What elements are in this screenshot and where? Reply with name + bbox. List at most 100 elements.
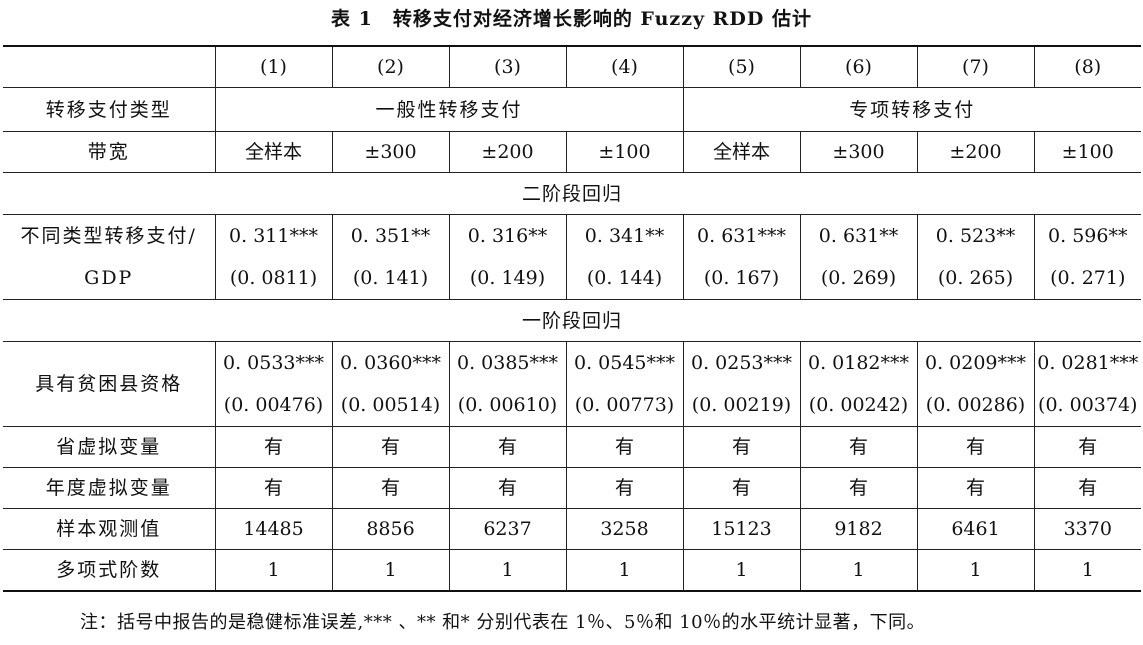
control-cell: 有 [1033,467,1141,509]
estimate-cell: 0. 316** (0. 149) [448,214,567,300]
coefficient: 0. 341** [584,225,665,247]
polynomial-cell: 1 [331,549,450,592]
coefficient: 0. 596** [1048,225,1128,247]
coefficient: 0. 631** [818,225,899,247]
estimate-cell: 0. 0360*** (0. 00514) [331,341,450,427]
bandwidth-cell: ±100 [1033,131,1141,173]
control-cell: 有 [214,426,333,468]
row-label: 带宽 [3,131,216,173]
observations-cell: 14485 [214,508,333,550]
bandwidth-cell: ±100 [565,131,684,173]
bandwidth-cell: ±200 [916,131,1035,173]
row-label-line: GDP [84,267,134,289]
column-header: (6) [799,45,918,88]
coefficient: 0. 631*** [697,225,786,247]
standard-error: (0. 00476) [223,394,324,416]
results-table: (1) (2) (3) (4) (5) (6) (7) (8) 转移支付类型 一… [3,45,1141,592]
coefficient: 0. 0533*** [222,352,325,374]
observations-row: 样本观测值 14485 8856 6237 3258 15123 9182 64… [3,508,1141,550]
stage1-row: 具有贫困县资格 0. 0533*** (0. 00476) 0. 0360*** (… [3,341,1141,427]
standard-error: (0. 144) [586,267,663,289]
control-cell: 有 [214,467,333,509]
estimate-cell: 0. 0253*** (0. 00219) [682,341,801,427]
observations-cell: 6237 [448,508,567,550]
bandwidth-cell: ±200 [448,131,567,173]
transfer-type-row: 转移支付类型 一般性转移支付 专项转移支付 [3,87,1141,132]
standard-error: (0. 00286) [925,394,1026,416]
control-cell: 有 [448,426,567,468]
column-header: (8) [1033,45,1141,88]
coefficient: 0. 0281*** [1037,352,1139,374]
observations-cell: 3258 [565,508,684,550]
control-cell: 有 [1033,426,1141,468]
estimate-cell: 0. 341** (0. 144) [565,214,684,300]
row-label: 具有贫困县资格 [3,341,216,427]
standard-error: (0. 00219) [691,394,792,416]
coefficient: 0. 0545*** [573,352,676,374]
standard-error: (0. 00374) [1038,394,1138,416]
standard-error: (0. 00514) [340,394,441,416]
bandwidth-cell: ±300 [799,131,918,173]
polynomial-cell: 1 [448,549,567,592]
table-title: 表 1 转移支付对经济增长影响的 Fuzzy RDD 估计 [330,8,812,30]
group-header-special: 专项转移支付 [682,87,1141,132]
estimate-cell: 0. 631** (0. 269) [799,214,918,300]
control-cell: 有 [916,467,1035,509]
coefficient: 0. 0360*** [339,352,442,374]
province-dummy-row: 省虚拟变量 有 有 有 有 有 有 有 有 [3,426,1141,468]
stage2-section-row: 二阶段回归 [3,172,1141,215]
row-label: 多项式阶数 [3,549,216,592]
coefficient: 0. 0385*** [456,352,559,374]
estimate-cell: 0. 631*** (0. 167) [682,214,801,300]
group-header-general: 一般性转移支付 [214,87,684,132]
stage2-row: 不同类型转移支付/ GDP 0. 311*** (0. 0811) 0. 351*… [3,214,1141,300]
polynomial-cell: 1 [565,549,684,592]
section-heading: 二阶段回归 [3,172,1141,215]
coefficient: 0. 0209*** [924,352,1027,374]
observations-cell: 6461 [916,508,1035,550]
coefficient: 0. 0253*** [690,352,793,374]
standard-error: (0. 00610) [457,394,558,416]
control-cell: 有 [916,426,1035,468]
column-header: (7) [916,45,1035,88]
coefficient: 0. 523** [935,225,1016,247]
bandwidth-cell: ±300 [331,131,450,173]
observations-cell: 15123 [682,508,801,550]
control-cell: 有 [448,467,567,509]
estimate-cell: 0. 351** (0. 141) [331,214,450,300]
estimate-cell: 0. 0281*** (0. 00374) [1033,341,1141,427]
bandwidth-cell: 全样本 [682,131,801,173]
column-header: (4) [565,45,684,88]
estimate-cell: 0. 0545*** (0. 00773) [565,341,684,427]
stage1-section-row: 一阶段回归 [3,299,1141,342]
estimate-cell: 0. 311*** (0. 0811) [214,214,333,300]
section-heading: 一阶段回归 [3,299,1141,342]
control-cell: 有 [565,467,684,509]
column-header: (3) [448,45,567,88]
coefficient: 0. 316** [467,225,548,247]
standard-error: (0. 0811) [229,267,318,289]
standard-error: (0. 269) [820,267,897,289]
row-label: 样本观测值 [3,508,216,550]
row-label: 省虚拟变量 [3,426,216,468]
control-cell: 有 [331,467,450,509]
row-label: 转移支付类型 [3,87,216,132]
control-cell: 有 [799,467,918,509]
standard-error: (0. 167) [703,267,780,289]
control-cell: 有 [799,426,918,468]
polynomial-cell: 1 [214,549,333,592]
column-header: (1) [214,45,333,88]
observations-cell: 3370 [1033,508,1141,550]
estimate-cell: 0. 0533*** (0. 00476) [214,341,333,427]
coefficient: 0. 0182*** [807,352,910,374]
standard-error: (0. 265) [937,267,1014,289]
row-label: 不同类型转移支付/ GDP [3,214,216,300]
standard-error: (0. 149) [469,267,546,289]
polynomial-cell: 1 [916,549,1035,592]
control-cell: 有 [565,426,684,468]
observations-cell: 8856 [331,508,450,550]
row-label-line: 不同类型转移支付/ [20,225,197,247]
estimate-cell: 0. 523** (0. 265) [916,214,1035,300]
column-header: (2) [331,45,450,88]
bandwidth-cell: 全样本 [214,131,333,173]
